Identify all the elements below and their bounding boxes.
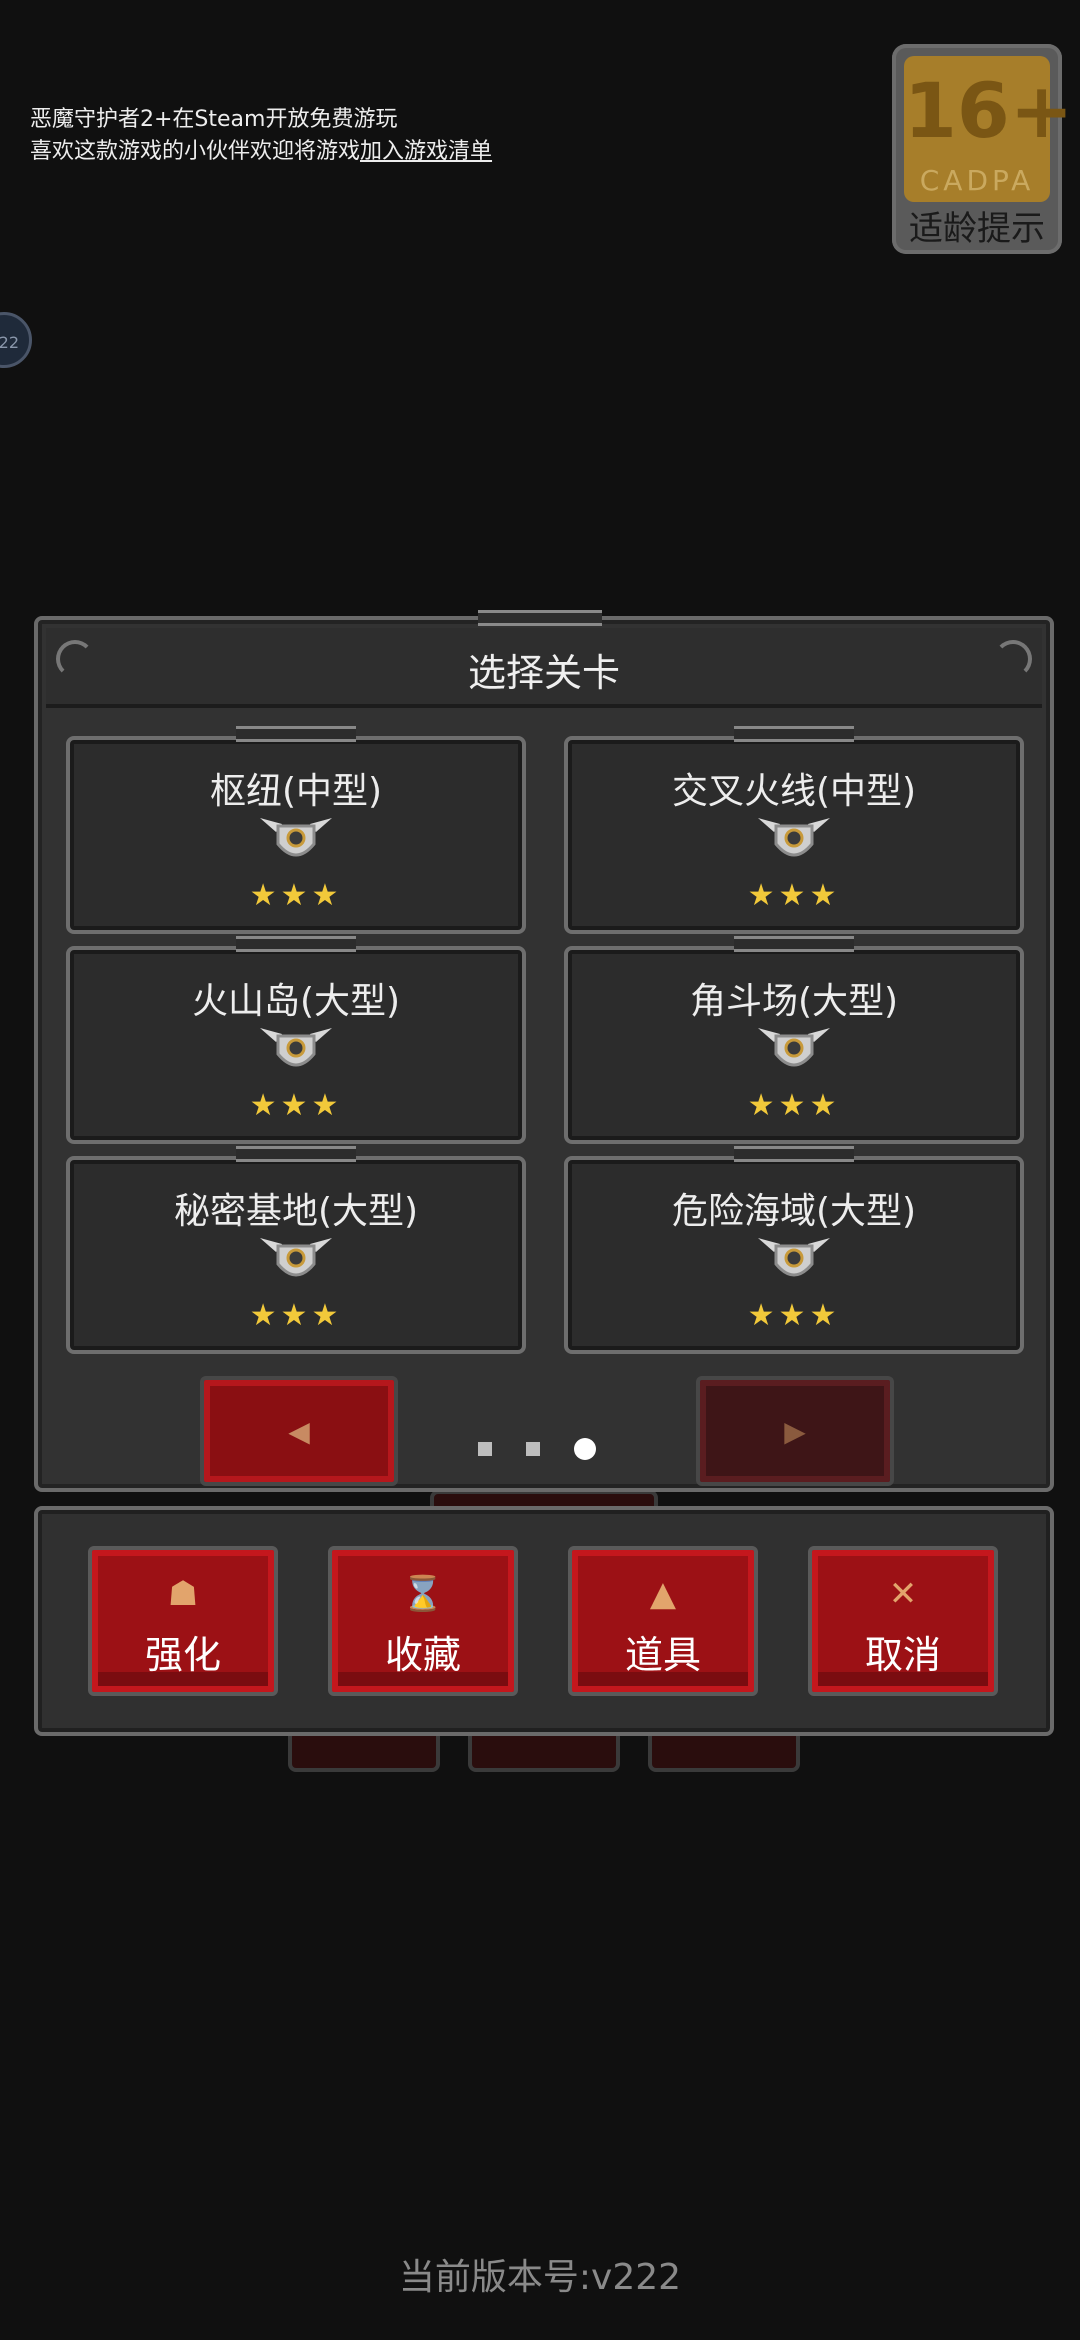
level-card-dangerous-waters[interactable]: 危险海域(大型) ★★★ <box>564 1146 1024 1354</box>
items-label: 道具 <box>624 1633 701 1677</box>
collection-button[interactable]: ⌛ 收藏 <box>328 1546 518 1696</box>
horned-shield-icon <box>260 1028 332 1067</box>
level-name: 秘密基地(大型) <box>173 1191 419 1232</box>
cancel-label: 取消 <box>864 1633 941 1677</box>
notice-text: 喜欢这款游戏的小伙伴欢迎将游戏 <box>30 139 361 164</box>
page-dot <box>478 1442 492 1456</box>
version-label: 当前版本号:v222 <box>398 2257 682 2298</box>
horned-shield-icon <box>260 818 332 857</box>
level-name: 交叉火线(中型) <box>671 771 917 812</box>
level-stars: ★★★ <box>747 1088 841 1123</box>
notice-line-2: 喜欢这款游戏的小伙伴欢迎将游戏加入游戏清单 <box>30 136 492 168</box>
trophy-icon: ⌛ <box>401 1574 445 1614</box>
level-card-crossfire[interactable]: 交叉火线(中型) ★★★ <box>564 726 1024 934</box>
upgrade-button[interactable]: ☗ 强化 <box>88 1546 278 1696</box>
level-card-volcano-island[interactable]: 火山岛(大型) ★★★ <box>66 936 526 1144</box>
level-card-arena[interactable]: 角斗场(大型) ★★★ <box>564 936 1024 1144</box>
card-chain-decoration <box>236 726 356 742</box>
level-select-panel: 选择关卡 枢纽(中型) ★★★ 交叉火线(中型) ★★★ 火山岛(大型) ★★★ <box>34 610 1054 1492</box>
card-chain-decoration <box>734 1146 854 1162</box>
level-stars: ★★★ <box>747 878 841 913</box>
next-page-button[interactable]: ▶ <box>696 1376 894 1486</box>
cancel-button[interactable]: ✕ 取消 <box>808 1546 998 1696</box>
age-rating-org: CADPA <box>919 164 1035 197</box>
card-chain-decoration <box>236 936 356 952</box>
card-chain-decoration <box>236 1146 356 1162</box>
level-card-secret-base[interactable]: 秘密基地(大型) ★★★ <box>66 1146 526 1354</box>
page-dot-active <box>574 1438 596 1460</box>
prev-page-button[interactable]: ◀ <box>200 1376 398 1486</box>
upgrade-icon: ☗ <box>167 1574 199 1614</box>
panel-title: 选择关卡 <box>467 651 620 695</box>
floating-side-button[interactable]: 22 <box>0 312 32 368</box>
age-rating-number: 16+ <box>904 66 1074 155</box>
page-indicator <box>478 1438 596 1460</box>
close-icon: ✕ <box>888 1574 918 1614</box>
horned-shield-icon <box>260 1238 332 1277</box>
panel-chain-decoration <box>478 610 602 626</box>
level-name: 枢纽(中型) <box>209 771 383 812</box>
arrow-right-icon: ▶ <box>784 1414 806 1448</box>
level-stars: ★★★ <box>249 878 343 913</box>
card-chain-decoration <box>734 726 854 742</box>
age-rating-badge[interactable]: 16+ CADPA 适龄提示 <box>892 44 1074 254</box>
steam-notice: 恶魔守护者2+在Steam开放免费游玩 喜欢这款游戏的小伙伴欢迎将游戏加入游戏清… <box>30 104 492 168</box>
horned-shield-icon <box>758 1028 830 1067</box>
items-button[interactable]: ▲ 道具 <box>568 1546 758 1696</box>
collection-label: 收藏 <box>384 1633 461 1677</box>
level-card-hub[interactable]: 枢纽(中型) ★★★ <box>66 726 526 934</box>
horned-shield-icon <box>758 1238 830 1277</box>
arrow-left-icon: ◀ <box>288 1414 310 1448</box>
age-rating-plate: 16+ CADPA <box>904 56 1074 202</box>
panel-header: 选择关卡 <box>46 628 1042 708</box>
horned-shield-icon <box>758 818 830 857</box>
wishlist-link[interactable]: 加入游戏清单 <box>360 139 492 164</box>
level-stars: ★★★ <box>249 1298 343 1333</box>
upgrade-label: 强化 <box>144 1633 221 1677</box>
page-dot <box>526 1442 540 1456</box>
card-chain-decoration <box>734 936 854 952</box>
potion-icon: ▲ <box>649 1574 677 1614</box>
level-stars: ★★★ <box>747 1298 841 1333</box>
action-bar: ☗ 强化 ⌛ 收藏 ▲ 道具 ✕ 取消 <box>34 1506 1054 1736</box>
notice-line-1: 恶魔守护者2+在Steam开放免费游玩 <box>30 107 398 132</box>
age-rating-tip: 适龄提示 <box>909 209 1045 249</box>
level-name: 火山岛(大型) <box>191 981 401 1022</box>
level-name: 角斗场(大型) <box>689 981 899 1022</box>
level-name: 危险海域(大型) <box>671 1191 917 1232</box>
level-stars: ★★★ <box>249 1088 343 1123</box>
